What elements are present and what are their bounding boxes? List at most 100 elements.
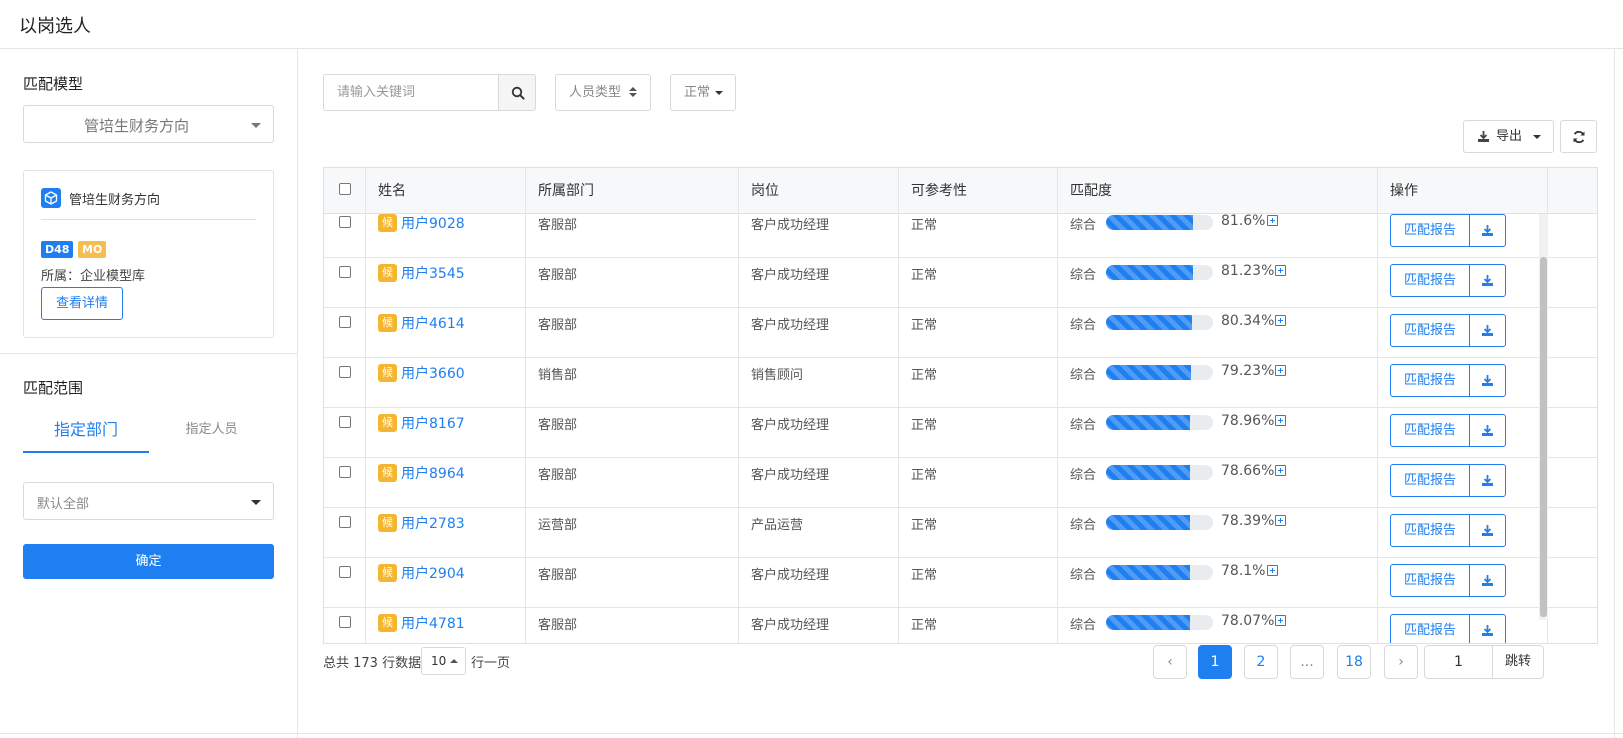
person-type-filter[interactable]: 人员类型 xyxy=(555,74,651,111)
scrollbar-thumb[interactable] xyxy=(1540,257,1547,617)
user-name-link[interactable]: 用户3660 xyxy=(401,363,465,383)
download-report-button[interactable] xyxy=(1469,364,1506,397)
match-report-button[interactable]: 匹配报告 xyxy=(1390,214,1470,247)
expand-plus-icon[interactable] xyxy=(1275,415,1286,426)
match-report-button[interactable]: 匹配报告 xyxy=(1390,364,1470,397)
department-select[interactable]: 默认全部 xyxy=(23,482,274,520)
row-checkbox[interactable] xyxy=(339,516,351,528)
expand-plus-icon[interactable] xyxy=(1275,515,1286,526)
export-button[interactable]: 导出 xyxy=(1463,120,1554,153)
row-checkbox[interactable] xyxy=(339,216,351,228)
download-report-button[interactable] xyxy=(1469,264,1506,297)
page-size-select[interactable]: 10 xyxy=(421,647,466,675)
match-report-button[interactable]: 匹配报告 xyxy=(1390,264,1470,297)
table-row[interactable]: 候用户4614 客服部 客户成功经理 正常 综合 80.34% 匹配报告 xyxy=(324,306,1597,358)
position-text: 客户成功经理 xyxy=(751,568,830,583)
page-button-2[interactable]: 2 xyxy=(1244,645,1278,679)
match-report-button[interactable]: 匹配报告 xyxy=(1390,314,1470,347)
column-department[interactable]: 所属部门 xyxy=(526,168,739,214)
column-position[interactable]: 岗位 xyxy=(739,168,899,214)
download-report-button[interactable] xyxy=(1469,514,1506,547)
row-checkbox[interactable] xyxy=(339,366,351,378)
tab-person[interactable]: 指定人员 xyxy=(149,417,274,453)
sidebar-divider xyxy=(0,353,298,354)
model-select[interactable]: 管培生财务方向 xyxy=(23,105,274,143)
download-icon xyxy=(1482,275,1493,286)
match-progress-fill xyxy=(1106,465,1191,480)
position-cell: 客户成功经理 xyxy=(739,406,899,458)
row-checkbox[interactable] xyxy=(339,566,351,578)
user-name-link[interactable]: 用户3545 xyxy=(401,263,465,283)
model-section-title: 匹配模型 xyxy=(23,75,84,93)
reference-text: 正常 xyxy=(911,468,938,483)
user-name-link[interactable]: 用户4781 xyxy=(401,613,465,633)
reference-cell: 正常 xyxy=(899,556,1058,608)
table-row[interactable]: 候用户3660 销售部 销售顾问 正常 综合 79.23% 匹配报告 xyxy=(324,356,1597,408)
row-checkbox[interactable] xyxy=(339,616,351,628)
column-reference[interactable]: 可参考性 xyxy=(899,168,1058,214)
position-cell: 客户成功经理 xyxy=(739,606,899,643)
department-cell: 客服部 xyxy=(526,606,739,643)
user-name-link[interactable]: 用户2904 xyxy=(401,563,465,583)
match-report-button[interactable]: 匹配报告 xyxy=(1390,564,1470,597)
main-content: 请输入关键词 人员类型 正常 导出 姓名 所属部门 岗位 可参考性 匹配度 操作… xyxy=(299,49,1623,738)
reference-cell: 正常 xyxy=(899,606,1058,643)
page-button-18[interactable]: 18 xyxy=(1337,645,1371,679)
table-scrollbar[interactable] xyxy=(1539,207,1548,620)
table-row[interactable]: 候用户3545 客服部 客户成功经理 正常 综合 81.23% 匹配报告 xyxy=(324,256,1597,308)
view-details-button[interactable]: 查看详情 xyxy=(41,287,123,320)
page-ellipsis[interactable]: ... xyxy=(1290,645,1324,679)
confirm-button[interactable]: 确定 xyxy=(23,544,274,579)
search-button[interactable] xyxy=(498,74,536,111)
user-name-link[interactable]: 用户9028 xyxy=(401,213,465,233)
row-checkbox[interactable] xyxy=(339,466,351,478)
match-report-button[interactable]: 匹配报告 xyxy=(1390,514,1470,547)
page-button-1[interactable]: 1 xyxy=(1198,645,1232,679)
column-name[interactable]: 姓名 xyxy=(366,168,526,214)
row-checkbox[interactable] xyxy=(339,316,351,328)
match-report-button[interactable]: 匹配报告 xyxy=(1390,414,1470,447)
jump-button[interactable]: 跳转 xyxy=(1492,645,1544,679)
next-page-button[interactable]: › xyxy=(1384,645,1418,679)
search-input[interactable]: 请输入关键词 xyxy=(323,74,498,111)
prev-page-button[interactable]: ‹ xyxy=(1153,645,1187,679)
refresh-button[interactable] xyxy=(1560,120,1597,153)
status-filter[interactable]: 正常 xyxy=(670,74,736,111)
expand-plus-icon[interactable] xyxy=(1275,265,1286,276)
user-name-link[interactable]: 用户8167 xyxy=(401,413,465,433)
download-report-button[interactable] xyxy=(1469,614,1506,643)
expand-plus-icon[interactable] xyxy=(1267,565,1278,576)
table-row[interactable]: 候用户2904 客服部 客户成功经理 正常 综合 78.1% 匹配报告 xyxy=(324,556,1597,608)
expand-plus-icon[interactable] xyxy=(1275,365,1286,376)
user-name-link[interactable]: 用户4614 xyxy=(401,313,465,333)
results-table: 姓名 所属部门 岗位 可参考性 匹配度 操作 候用户9028 客服部 客户成功经理正… xyxy=(323,167,1598,644)
page-size-value: 10 xyxy=(431,654,447,668)
match-report-button[interactable]: 匹配报告 xyxy=(1390,464,1470,497)
expand-plus-icon[interactable] xyxy=(1275,315,1286,326)
column-match[interactable]: 匹配度 xyxy=(1058,168,1378,214)
actions-cell: 匹配报告 xyxy=(1378,406,1548,458)
user-name-link[interactable]: 用户2783 xyxy=(401,513,465,533)
chevron-down-icon xyxy=(1533,135,1541,139)
download-report-button[interactable] xyxy=(1469,464,1506,497)
download-report-button[interactable] xyxy=(1469,314,1506,347)
download-report-button[interactable] xyxy=(1469,564,1506,597)
tab-department[interactable]: 指定部门 xyxy=(23,417,149,453)
jump-page-input[interactable]: 1 xyxy=(1424,645,1492,679)
reference-text: 正常 xyxy=(911,618,938,633)
table-row[interactable]: 候用户4781 客服部 客户成功经理 正常 综合 78.07% 匹配报告 xyxy=(324,606,1597,643)
expand-plus-icon[interactable] xyxy=(1275,465,1286,476)
table-row[interactable]: 候用户2783 运营部 产品运营 正常 综合 78.39% 匹配报告 xyxy=(324,506,1597,558)
expand-plus-icon[interactable] xyxy=(1267,215,1278,226)
download-report-button[interactable] xyxy=(1469,414,1506,447)
user-name-link[interactable]: 用户8964 xyxy=(401,463,465,483)
expand-plus-icon[interactable] xyxy=(1275,615,1286,626)
select-all-checkbox[interactable] xyxy=(339,183,351,195)
row-checkbox[interactable] xyxy=(339,266,351,278)
download-report-button[interactable] xyxy=(1469,214,1506,247)
table-row[interactable]: 候用户8167 客服部 客户成功经理 正常 综合 78.96% 匹配报告 xyxy=(324,406,1597,458)
table-row[interactable]: 候用户8964 客服部 客户成功经理 正常 综合 78.66% 匹配报告 xyxy=(324,456,1597,508)
position-cell: 客户成功经理 xyxy=(739,556,899,608)
row-checkbox[interactable] xyxy=(339,416,351,428)
match-report-button[interactable]: 匹配报告 xyxy=(1390,614,1470,643)
